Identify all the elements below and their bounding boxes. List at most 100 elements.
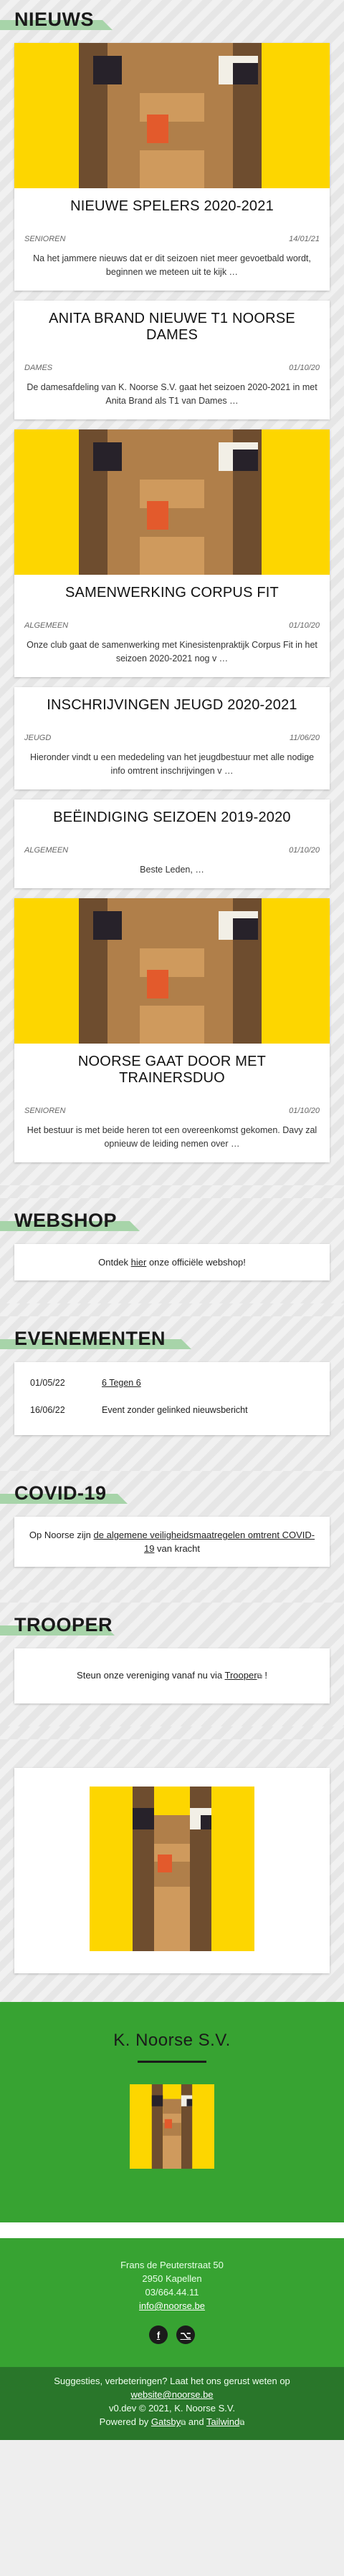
logo-section [0,1739,344,2002]
footer-bottom: Suggesties, verbeteringen? Laat het ons … [0,2367,344,2440]
address: Frans de Peuterstraat 50 [120,2260,224,2270]
club-name: K. Noorse S.V. [113,2031,231,2050]
events-section: EVENEMENTEN 01/05/22 6 Tegen 6 16/06/22 … [0,1316,344,1458]
news-body: NIEUWE SPELERS 2020-2021 SENIOREN 14/01/21… [14,188,330,291]
section-divider [0,1185,344,1198]
news-meta: ALGEMEEN 01/10/20 [24,846,320,855]
section-divider [0,1458,344,1471]
covid-link[interactable]: de algemene veiligheidsmaatregelen omtre… [94,1530,315,1554]
event-link[interactable]: 6 Tegen 6 [102,1378,141,1388]
news-image [14,429,330,575]
news-image [14,898,330,1044]
events-title-wrap: EVENEMENTEN [14,1326,330,1352]
suggestion-text: Suggesties, verbeteringen? Laat het ons … [54,2376,290,2386]
section-divider [0,1590,344,1603]
logo-card [14,1768,330,1973]
club-name-rule [138,2061,206,2063]
news-excerpt: Hieronder vindt u een mededeling van het… [29,752,315,776]
powered-prefix: Powered by [99,2416,151,2427]
section-title-webshop: WEBSHOP [14,1210,118,1231]
news-title[interactable]: SAMENWERKING CORPUS FIT [24,585,320,601]
news-excerpt: Onze club gaat de samenwerking met Kines… [27,640,317,664]
webshop-card: Ontdek hier onze officiële webshop! [14,1244,330,1280]
news-date: 01/10/20 [289,1107,320,1115]
external-link-icon: ⧉ [239,2419,245,2427]
news-title[interactable]: NOORSE GAAT DOOR MET TRAINERSDUO [24,1054,320,1087]
news-list: NIEUWE SPELERS 2020-2021 SENIOREN 14/01/21… [14,43,330,1162]
webshop-section: WEBSHOP Ontdek hier onze officiële websh… [0,1198,344,1303]
news-card[interactable]: INSCHRIJVINGEN JEUGD 2020-2021 JEUGD 11/06… [14,687,330,789]
news-title[interactable]: INSCHRIJVINGEN JEUGD 2020-2021 [24,697,320,714]
news-meta: SENIOREN 14/01/21 [24,235,320,243]
section-title-evenementen: EVENEMENTEN [14,1328,166,1349]
webshop-title-wrap: WEBSHOP [14,1208,330,1234]
event-row: 16/06/22 Event zonder gelinked nieuwsber… [30,1405,314,1415]
event-date: 16/06/22 [30,1405,65,1415]
gatsby-link[interactable]: Gatsby [151,2416,181,2427]
news-body: NOORSE GAAT DOOR MET TRAINERSDUO SENIOREN… [14,1044,330,1162]
news-title-wrap: NIEUWS [14,7,330,33]
news-category: DAMES [24,364,53,372]
section-title-trooper: TROOPER [14,1614,113,1635]
event-row: 01/05/22 6 Tegen 6 [30,1378,314,1388]
webshop-text-after: onze officiële webshop! [146,1257,246,1268]
club-logo [90,1787,254,1951]
news-title[interactable]: NIEUWE SPELERS 2020-2021 [24,198,320,215]
news-date: 01/10/20 [289,846,320,855]
trooper-text: Steun onze vereniging vanaf nu via [77,1670,225,1681]
news-date: 14/01/21 [289,235,320,243]
powered-and: and [186,2416,206,2427]
news-category: JEUGD [24,734,52,742]
section-title-nieuws: NIEUWS [14,9,94,30]
news-meta: DAMES 01/10/20 [24,364,320,372]
news-category: SENIOREN [24,1107,66,1115]
events-card: 01/05/22 6 Tegen 6 16/06/22 Event zonder… [14,1362,330,1435]
footer-contact: Frans de Peuterstraat 50 2950 Kapellen 0… [0,2238,344,2367]
news-card[interactable]: NIEUWE SPELERS 2020-2021 SENIOREN 14/01/21… [14,43,330,291]
tailwind-link[interactable]: Tailwind [206,2416,239,2427]
phone: 03/664.44.11 [145,2287,199,2298]
github-icon[interactable]: ⌥ [176,2325,195,2344]
external-link-icon: ⧉ [257,1673,262,1681]
event-name: Event zonder gelinked nieuwsbericht [102,1405,248,1415]
news-body: BEËINDIGING SEIZOEN 2019-2020 ALGEMEEN 01/… [14,799,330,888]
social-links: f ⌥ [0,2325,344,2344]
news-date: 01/10/20 [289,364,320,372]
email-link[interactable]: info@noorse.be [139,2300,205,2311]
event-date: 01/05/22 [30,1378,65,1388]
news-title[interactable]: ANITA BRAND NIEUWE T1 NOORSE DAMES [24,311,320,344]
webshop-link[interactable]: hier [131,1257,147,1268]
facebook-icon[interactable]: f [149,2325,168,2344]
news-body: SAMENWERKING CORPUS FIT ALGEMEEN 01/10/20 O… [14,575,330,677]
website-email-link[interactable]: website@noorse.be [130,2389,213,2400]
covid-text: Op Noorse zijn [29,1530,94,1540]
footer-brand: K. Noorse S.V. [0,2002,344,2222]
news-excerpt: Beste Leden, … [140,865,204,875]
news-excerpt: De damesafdeling van K. Noorse S.V. gaat… [27,382,317,406]
section-divider [0,1303,344,1316]
news-category: ALGEMEEN [24,621,69,630]
covid-card: Op Noorse zijn de algemene veiligheidsma… [14,1517,330,1567]
news-body: ANITA BRAND NIEUWE T1 NOORSE DAMES DAMES 0… [14,301,330,419]
news-date: 01/10/20 [289,621,320,630]
news-title[interactable]: BEËINDIGING SEIZOEN 2019-2020 [24,810,320,826]
section-divider [0,1726,344,1739]
news-card[interactable]: SAMENWERKING CORPUS FIT ALGEMEEN 01/10/20 O… [14,429,330,677]
news-category: SENIOREN [24,235,66,243]
news-excerpt: Na het jammere nieuws dat er dit seizoen… [33,253,311,277]
section-title-covid: COVID-19 [14,1482,107,1504]
news-excerpt: Het bestuur is met beide heren tot een o… [27,1125,317,1149]
trooper-link[interactable]: Trooper [225,1670,257,1681]
trooper-text-after: ! [262,1670,267,1681]
footer-logo-svg [130,2084,214,2169]
news-card[interactable]: ANITA BRAND NIEUWE T1 NOORSE DAMES DAMES 0… [14,301,330,419]
news-body: INSCHRIJVINGEN JEUGD 2020-2021 JEUGD 11/06… [14,687,330,789]
news-card[interactable]: BEËINDIGING SEIZOEN 2019-2020 ALGEMEEN 01/… [14,799,330,888]
footer-gap [0,2222,344,2238]
news-image [14,43,330,188]
news-card[interactable]: NOORSE GAAT DOOR MET TRAINERSDUO SENIOREN… [14,898,330,1162]
news-date: 11/06/20 [289,734,320,742]
club-logo-svg [90,1787,254,1951]
webshop-text: Ontdek [98,1257,131,1268]
news-section: NIEUWS NIEUWE SPELERS 2020-2021 SENIOREN 1… [0,0,344,1185]
